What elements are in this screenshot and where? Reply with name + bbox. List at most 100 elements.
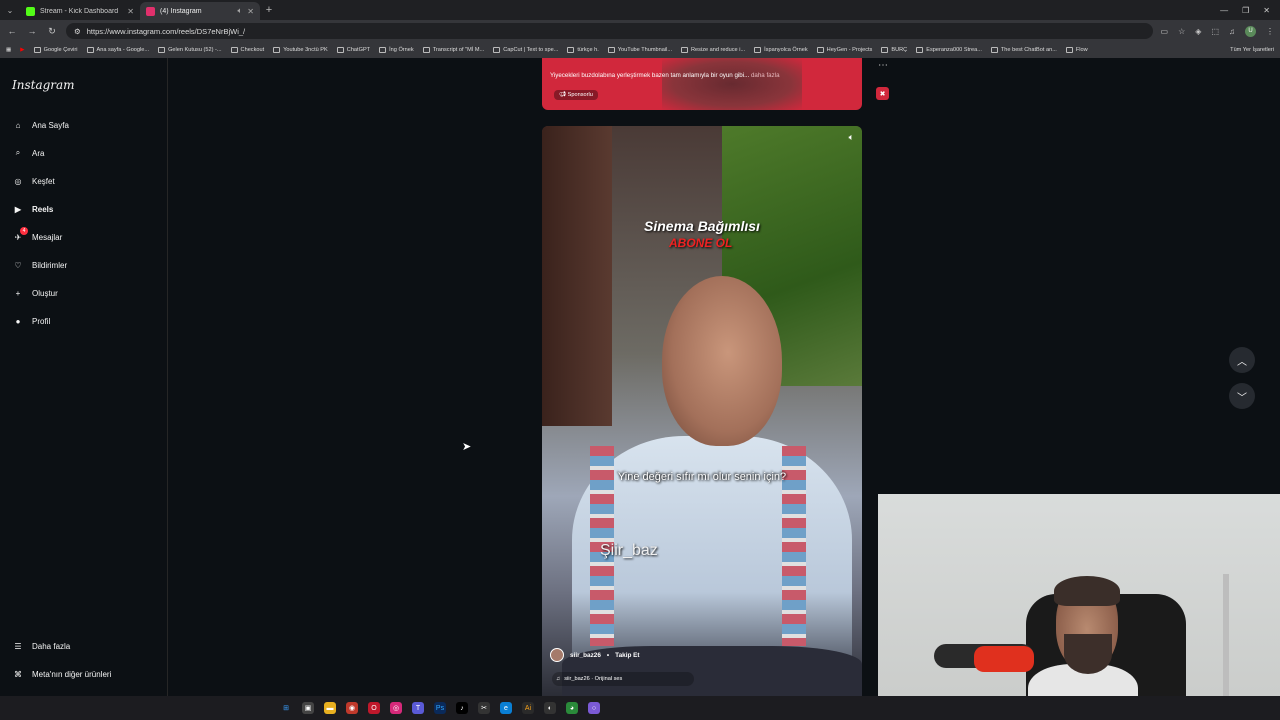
more-link[interactable]: daha fazla (751, 72, 780, 79)
teams-icon[interactable]: T (412, 702, 424, 714)
previous-reel-button[interactable]: ︿ (1229, 347, 1255, 373)
audio-playing-icon[interactable]: 🔈︎ (237, 6, 242, 16)
close-tab-icon[interactable]: ✕ (127, 7, 134, 16)
author-username[interactable]: siir_baz26 (570, 652, 601, 659)
bookmark-item[interactable]: The best ChatBot an... (990, 47, 1057, 53)
tab-instagram[interactable]: (4) Instagram 🔈︎ ✕ (140, 2, 260, 20)
chrome-icon[interactable]: ◕ (566, 702, 578, 714)
bookmark-folder-icon (754, 47, 762, 53)
windows-start-icon[interactable]: ⊞ (280, 702, 292, 714)
extensions-puzzle-icon[interactable]: ⬚ (1211, 27, 1219, 36)
instagram-favicon-icon (146, 6, 155, 16)
nav-item-compass[interactable]: ◎ Keşfet (12, 173, 55, 189)
reel-video[interactable]: Sinema Bağımlısı ABONE OL Yine değeri sı… (542, 126, 862, 696)
more-options-icon[interactable]: ⋯ (878, 60, 888, 71)
forward-icon[interactable]: → (26, 26, 38, 36)
obs-icon[interactable]: ◐ (544, 702, 556, 714)
opera-icon[interactable]: O (368, 702, 380, 714)
nav-item-heart[interactable]: ♡ Bildirimler (12, 257, 67, 273)
close-tab-icon[interactable]: ✕ (247, 7, 254, 16)
url-text: https://www.instagram.com/reels/DS7eNrBj… (86, 26, 246, 36)
illustrator-icon[interactable]: Ai (522, 702, 534, 714)
bookmark-item[interactable]: Google Çeviri (33, 47, 78, 53)
bookmark-label: Youtube 3nctü PK (283, 47, 328, 53)
menu-kebab-icon[interactable]: ⋮ (1266, 27, 1274, 36)
tab-kick-dashboard[interactable]: Stream - Kick Dashboard ✕ (20, 2, 140, 20)
bookmark-item[interactable]: İspanyolca Örnek (754, 47, 808, 53)
bookmark-item[interactable]: ChatGPT (336, 47, 370, 53)
instagram-app-icon[interactable]: ◎ (390, 702, 402, 714)
nav-item-plus[interactable]: + Oluştur (12, 285, 58, 301)
bookmark-item[interactable]: Transcript of "Mİ M... (422, 47, 484, 53)
nav-item-profile-avatar[interactable]: ● Profil (12, 313, 51, 329)
bookmark-label: Checkout (240, 47, 265, 53)
author-avatar[interactable] (550, 648, 564, 662)
apps-grid-icon[interactable]: ▦ (6, 47, 11, 53)
edge-icon[interactable]: e (500, 702, 512, 714)
tab-search-icon[interactable]: ⌄ (0, 0, 20, 20)
webcam-overlay (878, 494, 1280, 720)
url-bar[interactable]: ⚙︎ https://www.instagram.com/reels/DS7eN… (66, 23, 1153, 39)
bookmark-folder-icon (379, 47, 387, 53)
bookmark-item[interactable]: BURÇ (881, 47, 907, 53)
nav-item-messenger[interactable]: ✈ 4 Mesajlar (12, 227, 63, 245)
audio-label: siir_baz26 · Orijinal ses (564, 676, 623, 682)
file-explorer-icon[interactable]: ▬ (324, 702, 336, 714)
profile-avatar[interactable]: U (1245, 25, 1256, 37)
volume-icon[interactable]: 🔈︎ (849, 132, 854, 143)
new-tab-button[interactable]: + (260, 4, 278, 16)
maximize-icon[interactable]: ❐ (1242, 6, 1249, 15)
reload-icon[interactable]: ↻ (46, 26, 58, 37)
extension-icon[interactable]: ◈ (1195, 27, 1201, 36)
sponsored-reel-card[interactable]: Yiyecekleri buzdolabına yerleştirmek baz… (542, 58, 862, 110)
cast-icon[interactable]: ▭ (1161, 27, 1169, 36)
back-icon[interactable]: ← (6, 26, 18, 36)
bookmark-item[interactable]: Youtube 3nctü PK (273, 47, 328, 53)
capcut-icon[interactable]: ✂ (478, 702, 490, 714)
bookmark-item[interactable]: Checkout (230, 47, 265, 53)
bookmark-folder-icon (158, 47, 166, 53)
tiktok-icon[interactable]: ♪ (456, 702, 468, 714)
instagram-sidebar: Instagram ⌂ Ana Sayfa ⌕ Ara ◎ Keşfet ▶ Reels ✈ 4 M… (0, 58, 168, 696)
bookmark-label: Flow (1075, 47, 1088, 53)
task-view-icon[interactable]: ▣ (302, 702, 314, 714)
bookmark-item[interactable]: Flow (1065, 47, 1088, 53)
more-menu-button[interactable]: ☰ Daha fazla (12, 638, 70, 654)
bookmark-item[interactable]: İng Örnek (379, 47, 414, 53)
streamer-beard (1064, 634, 1112, 674)
all-bookmarks-button[interactable]: Tüm Yer İşaretleri (1230, 47, 1274, 53)
compass-icon: ◎ (14, 176, 22, 186)
bookmark-item[interactable]: Gelen Kutusu (52) -... (158, 47, 222, 53)
nav-item-home[interactable]: ⌂ Ana Sayfa (12, 117, 69, 133)
bookmark-item[interactable]: Esperanza000 Strea... (916, 47, 982, 53)
windows-taskbar: ⊞ ▣ ▬ ◉ O ◎ T Ps ♪ ✂ e Ai ◐ ◕ ○ (0, 696, 1280, 720)
app-icon[interactable]: ◉ (346, 702, 358, 714)
plus-icon: + (15, 288, 21, 298)
bookmark-item[interactable]: YouTube Thumbnail... (607, 47, 672, 53)
sponsored-action-icon[interactable]: ✖ (876, 87, 889, 100)
photoshop-icon[interactable]: Ps (434, 702, 446, 714)
bookmark-item[interactable]: HeyGen - Projects (816, 47, 872, 53)
bookmark-item[interactable]: türkçe h. (567, 47, 599, 53)
follow-button[interactable]: Takip Et (615, 652, 639, 659)
nav-label: Mesajlar (32, 232, 63, 242)
more-label: Daha fazla (32, 641, 71, 651)
nav-item-reels[interactable]: ▶ Reels (12, 201, 53, 217)
media-controls-icon[interactable]: ♫ (1229, 27, 1235, 36)
bookmark-item[interactable]: CapCut | Text to spe... (493, 47, 558, 53)
bookmark-item[interactable]: Ana sayfa - Google... (86, 47, 149, 53)
youtube-bookmark-icon[interactable]: ▶ (20, 47, 24, 53)
minimize-icon[interactable]: — (1220, 6, 1228, 15)
nav-item-search[interactable]: ⌕ Ara (12, 145, 45, 161)
bookmark-folder-icon (567, 47, 575, 53)
bookmark-star-icon[interactable]: ☆ (1178, 27, 1185, 36)
meta-products-button[interactable]: ⌘ Meta'nın diğer ürünleri (12, 666, 111, 682)
app-circle-icon[interactable]: ○ (588, 702, 600, 714)
close-window-icon[interactable]: ✕ (1263, 6, 1270, 15)
next-reel-button[interactable]: ﹀ (1229, 383, 1255, 409)
home-icon: ⌂ (15, 120, 21, 130)
site-info-icon[interactable]: ⚙︎ (74, 27, 81, 36)
bookmark-item[interactable]: Resize and reduce i... (681, 47, 745, 53)
reel-audio-chip[interactable]: ♫ siir_baz26 · Orijinal ses (552, 672, 694, 686)
instagram-logo[interactable]: Instagram (12, 78, 75, 92)
